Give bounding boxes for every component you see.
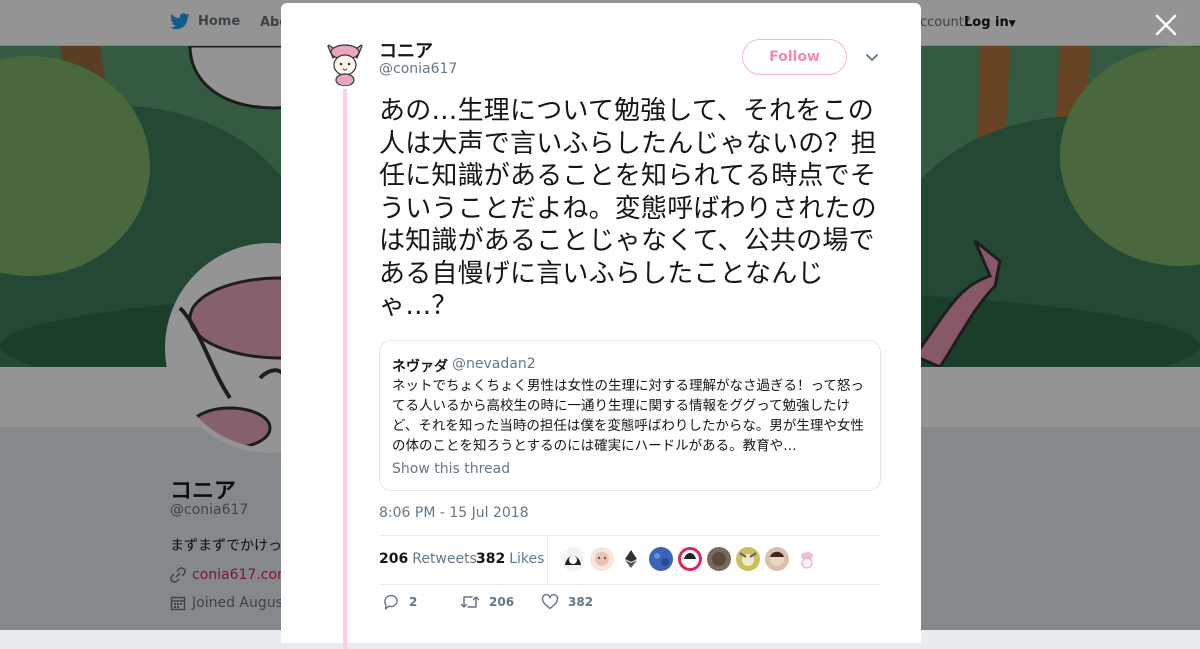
tweet-text: あの…生理について勉強して、それをこの人は大声で言いふらしたんじゃないの？担任に… [379,96,877,321]
likes-count: 382 [476,551,506,567]
retweet-count: 206 [489,595,515,609]
reply-action[interactable]: 2 [382,593,417,611]
retweets-count: 206 [379,551,409,567]
likes-label: Likes [509,551,545,567]
tweet-stats: 206 Retweets 382 Likes [379,535,881,585]
like-action[interactable]: 382 [541,593,593,611]
thread-line [343,89,347,649]
retweets-label: Retweets [412,551,477,567]
retweet-icon [460,596,480,608]
likes-stat[interactable]: 382 Likes [476,551,544,567]
liker-avatar[interactable] [677,547,702,571]
tweet-author-avatar[interactable] [321,38,369,86]
liker-avatars [561,547,819,571]
quoted-author-name: ネヴァダ [392,359,448,375]
liker-avatar[interactable] [794,547,819,571]
follow-button[interactable]: Follow [742,39,847,75]
liker-avatar[interactable] [736,547,761,571]
close-icon[interactable] [1153,12,1179,38]
reply-icon [384,594,398,610]
stats-divider [547,536,548,584]
tweet-actions: 2 206 382 [379,593,881,617]
quoted-author-handle: @nevadan2 [452,356,536,372]
quoted-tweet-text: ネットでちょくちょく男性は女性の生理に対する理解がなさ過ぎる！って怒ってる人いる… [392,378,864,454]
retweets-stat[interactable]: 206 Retweets [379,551,477,567]
tweet-timestamp[interactable]: 8:06 PM - 15 Jul 2018 [379,505,529,521]
liker-avatar[interactable] [648,547,673,571]
heart-icon [541,593,559,610]
chevron-down-icon[interactable] [865,53,879,63]
tweet-author-name[interactable]: コニア [379,37,433,63]
liker-avatar[interactable] [765,547,790,571]
quoted-tweet[interactable]: ネヴァダ @nevadan2 ネットでちょくちょく男性は女性の生理に対する理解が… [379,340,881,491]
liker-avatar[interactable] [590,547,615,571]
liker-avatar[interactable] [561,547,585,571]
liker-avatar[interactable] [706,547,731,571]
tweet-modal: コニア @conia617 Follow あの…生理について勉強して、それをこの… [281,3,921,649]
tweet-author-handle[interactable]: @conia617 [379,61,457,77]
author-avatar-image [321,38,369,86]
retweet-action[interactable]: 206 [460,593,514,611]
show-thread-link[interactable]: Show this thread [392,461,510,477]
reply-count: 2 [409,595,418,609]
like-count: 382 [568,595,594,609]
liker-avatar[interactable] [619,547,644,571]
